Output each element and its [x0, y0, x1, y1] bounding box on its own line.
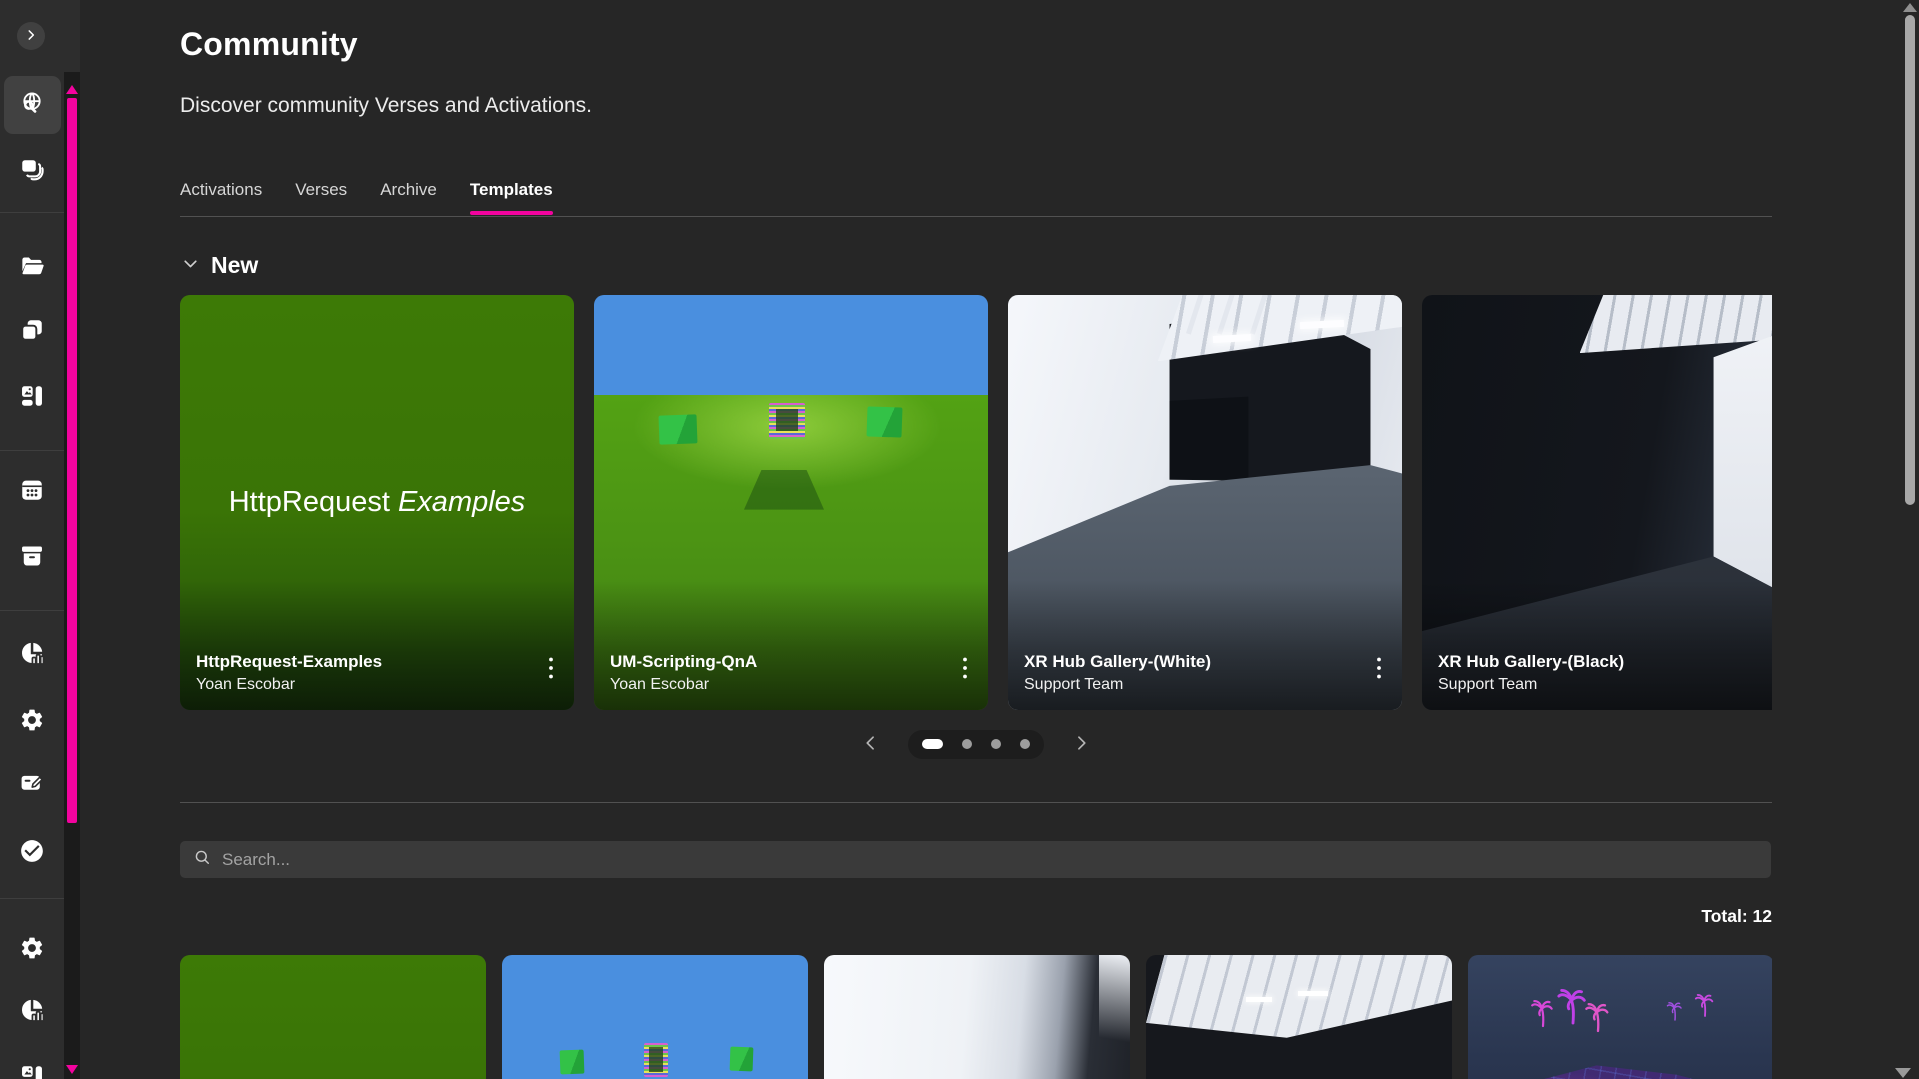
sidebar-item-templates[interactable] [0, 303, 64, 361]
sidebar [0, 0, 64, 1079]
search-input[interactable] [222, 850, 1758, 870]
dashboard-icon [19, 1063, 45, 1079]
carousel-pagination [180, 727, 1772, 761]
pie-chart-icon [19, 997, 45, 1028]
new-section-header[interactable]: New [180, 252, 258, 279]
thumbnail-image [1099, 955, 1130, 1047]
template-grid [180, 955, 1772, 1079]
page-title: Community [180, 26, 358, 63]
sidebar-scroll-up-arrow[interactable] [66, 85, 78, 94]
card-footer: XR Hub Gallery-(Black) Support Team [1422, 580, 1772, 710]
total-count: Total: 12 [180, 906, 1772, 927]
sidebar-item-archive[interactable] [0, 529, 64, 587]
sidebar-item-events[interactable] [0, 463, 64, 521]
thumbnail-image [1146, 955, 1452, 1038]
template-card[interactable]: XR Hub Gallery-(Black) Support Team [1422, 295, 1772, 710]
sidebar-scrollbar-thumb[interactable] [67, 98, 77, 823]
sidebar-divider [0, 898, 64, 899]
carousel-page-dots [908, 730, 1044, 759]
card-footer: HttpRequest-Examples Yoan Escobar [180, 580, 574, 710]
sidebar-divider [0, 212, 64, 213]
page-scroll-down-arrow[interactable] [1895, 1068, 1911, 1078]
card-footer: XR Hub Gallery-(White) Support Team [1008, 580, 1402, 710]
dashboard-icon [19, 383, 45, 414]
search-bar [180, 841, 1771, 878]
card-author: Support Team [1438, 676, 1772, 694]
cover-text: HttpRequest Examples [180, 486, 574, 519]
tab-templates[interactable]: Templates [470, 180, 553, 215]
sidebar-item-settings[interactable] [0, 693, 64, 751]
sidebar-item-settings-2[interactable] [0, 921, 64, 979]
page-scrollbar-thumb[interactable] [1905, 15, 1915, 505]
card-author: Yoan Escobar [196, 676, 558, 694]
gear-icon [19, 935, 45, 966]
thumbnail-image [180, 955, 486, 1079]
template-thumbnail[interactable] [1146, 955, 1452, 1079]
tab-activations[interactable]: Activations [180, 180, 262, 215]
template-card[interactable]: UM-Scripting-QnA Yoan Escobar [594, 295, 988, 710]
sidebar-item-boards-2[interactable] [0, 1049, 64, 1079]
search-icon [193, 848, 212, 872]
carousel-next-button[interactable] [1070, 733, 1092, 755]
sidebar-item-boards[interactable] [0, 369, 64, 427]
kebab-menu-icon[interactable] [1376, 656, 1382, 680]
globe-search-icon [19, 90, 45, 121]
gear-icon [19, 707, 45, 738]
carousel-page-dot-3[interactable] [991, 739, 1001, 749]
carousel-page-dot-2[interactable] [962, 739, 972, 749]
sidebar-scrollbar [64, 0, 80, 1079]
sidebar-item-licenses[interactable] [0, 756, 64, 814]
card-author: Yoan Escobar [610, 676, 972, 694]
sidebar-divider [0, 610, 64, 611]
section-divider [180, 802, 1772, 803]
pie-chart-icon [19, 640, 45, 671]
tab-archive[interactable]: Archive [380, 180, 437, 215]
sidebar-item-collections[interactable] [0, 143, 64, 201]
sidebar-expand-button[interactable] [17, 22, 45, 50]
sidebar-item-analytics-2[interactable] [0, 983, 64, 1041]
card-title: UM-Scripting-QnA [610, 652, 972, 672]
layers-icon [19, 157, 45, 188]
page-subtitle: Discover community Verses and Activation… [180, 94, 592, 118]
sidebar-item-analytics[interactable] [0, 626, 64, 684]
copy-icon [19, 317, 45, 348]
carousel-page-dot-4[interactable] [1020, 739, 1030, 749]
template-thumbnail[interactable] [824, 955, 1130, 1079]
carousel-page-dot-1[interactable] [922, 739, 943, 749]
card-author: Support Team [1024, 676, 1386, 694]
chevron-down-icon [180, 253, 201, 279]
sidebar-item-community[interactable] [0, 76, 64, 134]
card-edit-icon [19, 770, 45, 801]
template-thumbnail[interactable] [180, 955, 486, 1079]
sidebar-item-files[interactable] [0, 239, 64, 297]
page-scroll-up-arrow[interactable] [1903, 3, 1917, 12]
new-templates-carousel: HttpRequest Examples HttpRequest-Example… [180, 295, 1772, 710]
card-title: XR Hub Gallery-(Black) [1438, 652, 1772, 672]
check-circle-icon [19, 838, 45, 869]
tab-verses[interactable]: Verses [295, 180, 347, 215]
sidebar-divider [0, 450, 64, 451]
new-section-title: New [211, 252, 258, 279]
carousel-prev-button[interactable] [860, 733, 882, 755]
kebab-menu-icon[interactable] [962, 656, 968, 680]
sidebar-item-approvals[interactable] [0, 824, 64, 882]
template-card[interactable]: XR Hub Gallery-(White) Support Team [1008, 295, 1402, 710]
sidebar-scroll-down-arrow[interactable] [66, 1065, 78, 1074]
template-card[interactable]: HttpRequest Examples HttpRequest-Example… [180, 295, 574, 710]
tab-bar: Activations Verses Archive Templates [180, 180, 553, 215]
card-title: XR Hub Gallery-(White) [1024, 652, 1386, 672]
chevron-right-icon [24, 28, 38, 45]
card-footer: UM-Scripting-QnA Yoan Escobar [594, 580, 988, 710]
template-thumbnail[interactable] [502, 955, 808, 1079]
kebab-menu-icon[interactable] [548, 656, 554, 680]
template-thumbnail[interactable] [1468, 955, 1772, 1079]
folder-open-icon [19, 253, 45, 284]
tabbar-divider [180, 216, 1772, 217]
archive-box-icon [19, 543, 45, 574]
card-title: HttpRequest-Examples [196, 652, 558, 672]
calendar-dots-icon [19, 477, 45, 508]
thumbnail-image [1468, 955, 1772, 1079]
app-window: Community Discover community Verses and … [0, 0, 1919, 1079]
